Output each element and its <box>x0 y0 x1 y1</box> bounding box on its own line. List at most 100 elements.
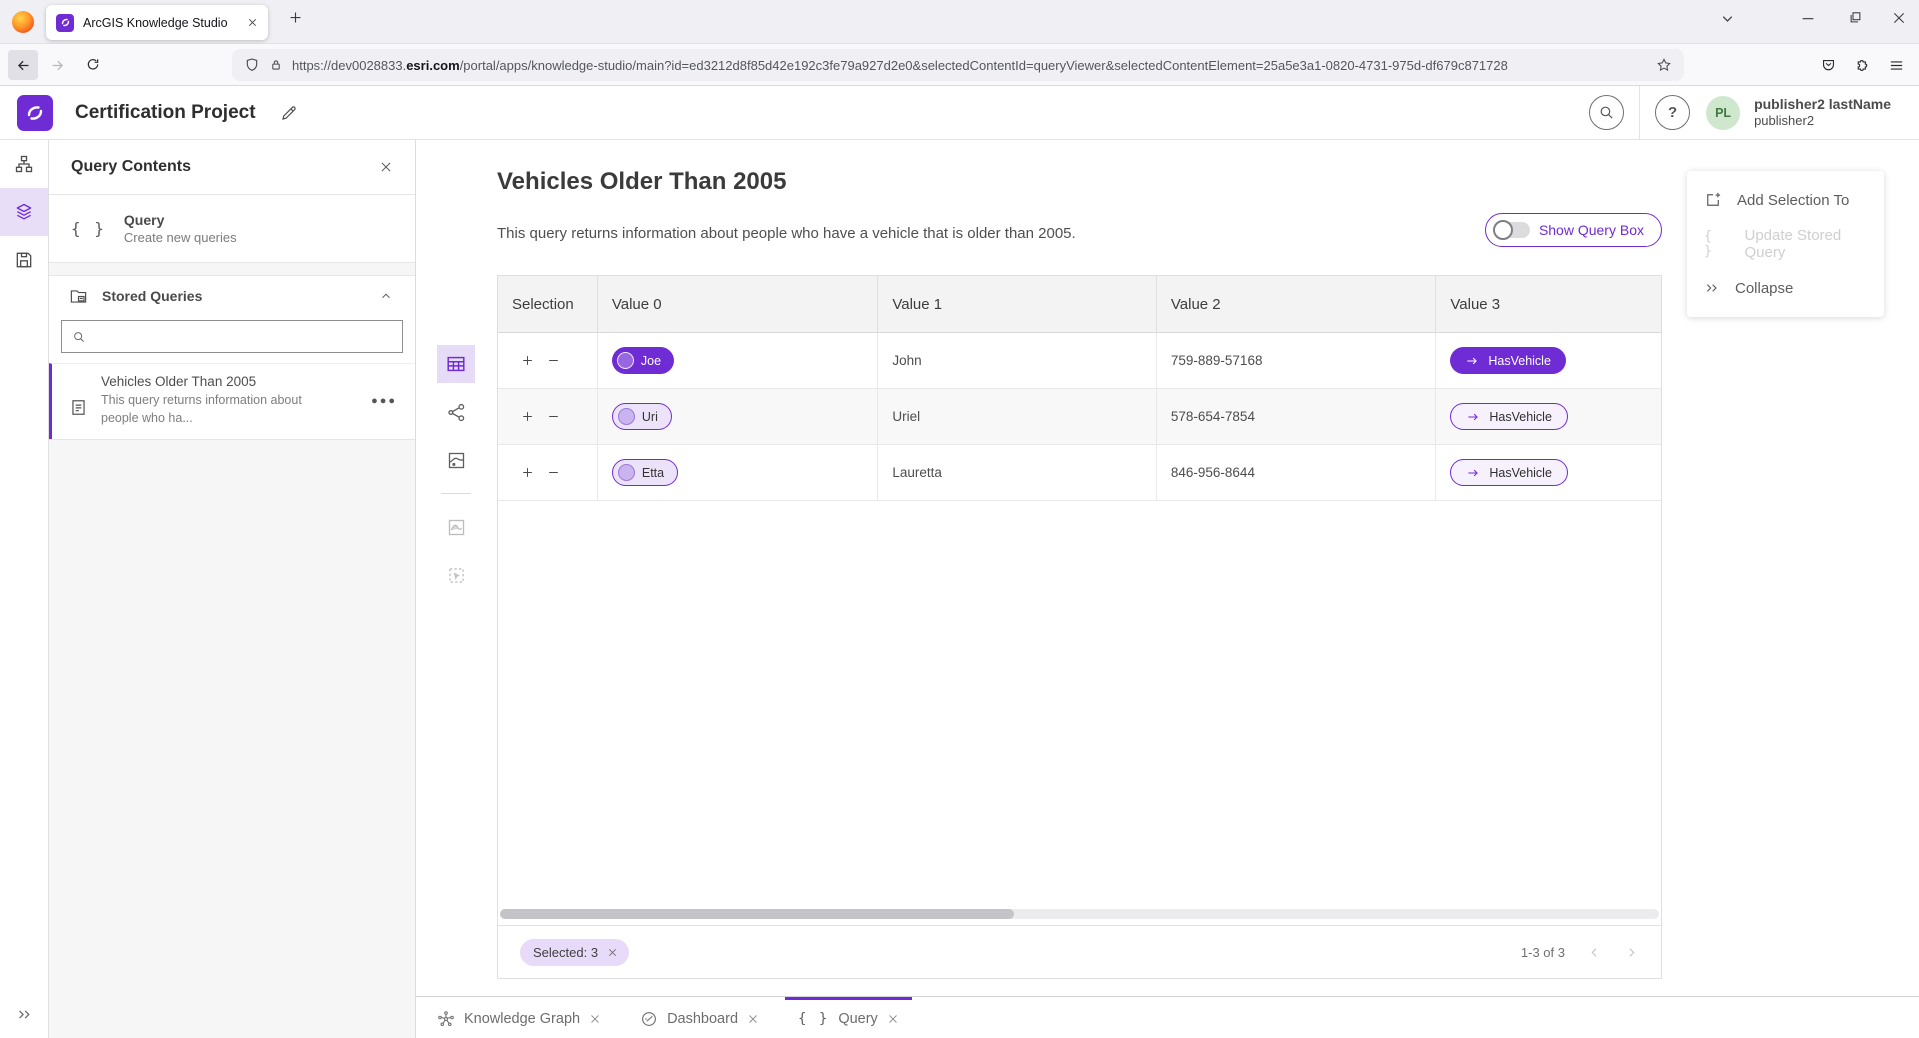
column-header-selection[interactable]: Selection <box>498 276 598 332</box>
entity-pill[interactable]: Uri <box>612 403 672 430</box>
column-header-value2[interactable]: Value 2 <box>1157 276 1437 332</box>
help-button[interactable]: ? <box>1655 95 1690 130</box>
add-to-selection-icon[interactable] <box>521 466 534 479</box>
menu-item-update-stored-query[interactable]: { } Update Stored Query <box>1687 222 1884 266</box>
window-restore-button[interactable] <box>1848 10 1863 25</box>
selected-count-chip[interactable]: Selected: 3 <box>520 939 629 966</box>
firefox-icon[interactable] <box>12 11 34 33</box>
item-options-ellipsis-icon[interactable]: ●●● <box>371 395 397 407</box>
remove-from-selection-icon[interactable] <box>547 410 560 423</box>
menu-hamburger-icon[interactable] <box>1881 50 1911 80</box>
entity-pill[interactable]: Etta <box>612 459 678 486</box>
remove-from-selection-icon[interactable] <box>547 466 560 479</box>
column-header-value0[interactable]: Value 0 <box>598 276 879 332</box>
forward-button[interactable] <box>42 50 72 80</box>
app-header: Certification Project ? PL publisher2 la… <box>0 86 1919 140</box>
next-page-icon[interactable] <box>1624 945 1639 960</box>
panel-spacer <box>49 263 415 275</box>
user-name: publisher2 lastName <box>1754 96 1891 114</box>
rail-expand-chevrons-icon[interactable] <box>0 994 48 1034</box>
cell-phone[interactable]: 759-889-57168 <box>1157 333 1437 388</box>
query-create-item[interactable]: { } Query Create new queries <box>49 195 415 263</box>
browser-nav-bar: https://dev0028833.esri.com/portal/apps/… <box>0 44 1919 86</box>
selection-tool-icon[interactable] <box>437 556 475 594</box>
selected-count-label: Selected: 3 <box>533 945 598 960</box>
close-tab-icon[interactable] <box>589 1013 601 1025</box>
entity-pill[interactable]: Joe <box>612 347 674 374</box>
header-divider <box>1639 86 1640 140</box>
tab-query[interactable]: { } Query <box>785 997 912 1038</box>
tracking-shield-icon[interactable] <box>244 57 260 73</box>
cell-name[interactable]: Lauretta <box>878 445 1157 500</box>
stored-queries-header[interactable]: Stored Queries <box>49 276 415 316</box>
back-button[interactable] <box>8 50 38 80</box>
close-tab-icon[interactable] <box>747 1013 759 1025</box>
relation-pill[interactable]: HasVehicle <box>1450 403 1568 430</box>
stored-query-item[interactable]: Vehicles Older Than 2005 This query retu… <box>49 363 415 439</box>
rail-contents-layers-icon[interactable] <box>0 188 48 236</box>
browser-tab[interactable]: ArcGIS Knowledge Studio <box>46 5 268 40</box>
window-close-button[interactable] <box>1891 10 1907 26</box>
toggle-switch[interactable] <box>1494 222 1530 238</box>
close-tab-icon[interactable] <box>887 1013 899 1025</box>
previous-page-icon[interactable] <box>1587 945 1602 960</box>
project-title: Certification Project <box>75 102 256 124</box>
url-bar[interactable]: https://dev0028833.esri.com/portal/apps/… <box>232 49 1684 81</box>
edit-title-pencil-icon[interactable] <box>280 104 298 122</box>
column-header-value3[interactable]: Value 3 <box>1436 276 1661 332</box>
extensions-puzzle-icon[interactable] <box>1847 50 1877 80</box>
pocket-icon[interactable] <box>1813 50 1843 80</box>
search-input[interactable] <box>94 329 392 344</box>
browser-tab-title: ArcGIS Knowledge Studio <box>83 16 238 30</box>
add-to-selection-icon[interactable] <box>521 410 534 423</box>
menu-item-collapse[interactable]: Collapse <box>1687 266 1884 310</box>
braces-icon: { } <box>798 1011 829 1027</box>
lock-icon[interactable] <box>269 58 283 72</box>
tab-close-icon[interactable] <box>247 17 258 28</box>
add-map-view-icon[interactable] <box>437 508 475 546</box>
link-chart-view-icon[interactable] <box>437 393 475 431</box>
selection-context-menu: Add Selection To { } Update Stored Query… <box>1687 171 1884 317</box>
arrow-right-icon <box>1465 354 1479 368</box>
window-minimize-button[interactable] <box>1800 10 1816 26</box>
table-view-icon[interactable] <box>437 345 475 383</box>
arrow-right-icon <box>1466 410 1480 424</box>
knowledge-studio-logo <box>17 95 53 131</box>
remove-from-selection-icon[interactable] <box>547 354 560 367</box>
bookmark-star-icon[interactable] <box>1656 57 1672 73</box>
cell-phone[interactable]: 578-654-7854 <box>1157 389 1437 444</box>
cell-name[interactable]: Uriel <box>878 389 1157 444</box>
relation-pill[interactable]: HasVehicle <box>1450 347 1566 374</box>
toggle-knob <box>1493 220 1513 240</box>
query-item-title: Query <box>124 212 237 228</box>
scrollbar-thumb[interactable] <box>500 909 1014 919</box>
app-window: ArcGIS Knowledge Studio <box>0 0 1919 1038</box>
user-avatar[interactable]: PL <box>1706 96 1740 130</box>
reload-button[interactable] <box>78 50 108 80</box>
search-button[interactable] <box>1589 95 1624 130</box>
table-row: Etta Lauretta 846-956-8644 HasVehicle <box>498 445 1661 501</box>
map-view-icon[interactable] <box>437 441 475 479</box>
tab-knowledge-graph[interactable]: Knowledge Graph <box>424 997 614 1038</box>
rail-data-model-icon[interactable] <box>0 140 48 188</box>
add-to-selection-icon[interactable] <box>521 354 534 367</box>
tab-dashboard[interactable]: Dashboard <box>627 997 772 1038</box>
new-tab-button[interactable] <box>288 10 303 25</box>
cell-phone[interactable]: 846-956-8644 <box>1157 445 1437 500</box>
url-text: https://dev0028833.esri.com/portal/apps/… <box>292 58 1647 73</box>
panel-close-icon[interactable] <box>379 160 393 174</box>
user-info[interactable]: publisher2 lastName publisher2 <box>1754 96 1891 130</box>
column-header-value1[interactable]: Value 1 <box>878 276 1157 332</box>
collapse-section-chevron-icon[interactable] <box>379 289 393 303</box>
stored-queries-title: Stored Queries <box>102 288 365 304</box>
tab-list-chevron-icon[interactable] <box>1719 10 1736 27</box>
cell-name[interactable]: John <box>878 333 1157 388</box>
clear-selection-icon[interactable] <box>607 947 618 958</box>
rail-save-icon[interactable] <box>0 236 48 284</box>
horizontal-scrollbar[interactable] <box>500 909 1659 919</box>
stored-query-search[interactable] <box>61 320 403 353</box>
show-query-box-toggle[interactable]: Show Query Box <box>1485 213 1662 247</box>
menu-item-add-selection-to[interactable]: Add Selection To <box>1687 178 1884 222</box>
relation-pill[interactable]: HasVehicle <box>1450 459 1568 486</box>
stored-query-description: This query returns information about peo… <box>101 392 319 427</box>
